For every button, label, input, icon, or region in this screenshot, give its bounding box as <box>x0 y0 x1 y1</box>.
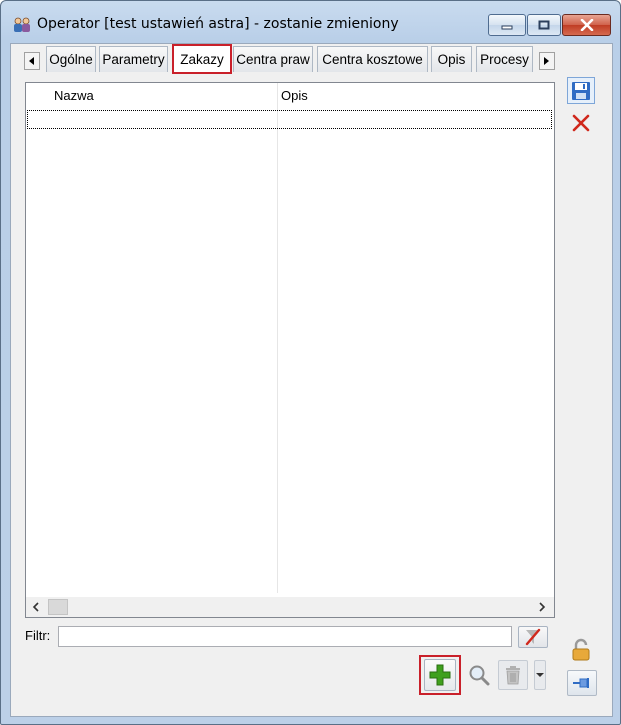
minimize-icon <box>489 15 525 35</box>
clear-filter-icon <box>525 628 541 646</box>
add-button[interactable] <box>419 655 461 695</box>
close-window-button[interactable] <box>562 14 611 36</box>
tab-procesy[interactable]: Procesy <box>476 46 533 72</box>
tab-scroll-right-button[interactable] <box>539 52 555 70</box>
operator-window: Operator [test ustawień astra] - zostani… <box>0 0 621 725</box>
chevron-right-icon <box>539 602 546 612</box>
tab-parametry[interactable]: Parametry <box>99 46 168 72</box>
cancel-button[interactable] <box>567 110 595 136</box>
dropdown-arrow-icon <box>536 673 544 677</box>
tab-opis[interactable]: Opis <box>431 46 472 72</box>
tab-zakazy[interactable]: Zakazy <box>172 44 232 74</box>
title-bar[interactable]: Operator [test ustawień astra] - zostani… <box>1 1 620 43</box>
arrow-left-icon <box>29 57 34 65</box>
delete-button[interactable] <box>498 660 528 690</box>
save-button[interactable] <box>567 77 595 104</box>
tab-ogolne[interactable]: Ogólne <box>46 46 96 72</box>
column-divider <box>277 83 278 593</box>
window-client-area: Ogólne Parametry Zakazy Centra praw Cent… <box>10 43 613 717</box>
magnifier-icon <box>469 665 490 686</box>
maximize-icon <box>528 15 560 35</box>
trash-icon <box>506 666 520 685</box>
scroll-left-button[interactable] <box>28 599 44 615</box>
scroll-right-button[interactable] <box>534 599 550 615</box>
filter-input[interactable] <box>58 626 512 647</box>
arrow-right-icon <box>544 57 549 65</box>
close-icon <box>563 15 610 35</box>
column-header-nazwa[interactable]: Nazwa <box>54 83 94 107</box>
window-title: Operator [test ustawień astra] - zostani… <box>37 16 399 32</box>
more-actions-dropdown[interactable] <box>534 660 546 690</box>
preview-button[interactable] <box>465 661 493 689</box>
column-header-opis[interactable]: Opis <box>281 83 308 107</box>
maximize-button[interactable] <box>527 14 561 36</box>
restrictions-grid[interactable]: Nazwa Opis <box>25 82 555 618</box>
tab-centra-kosztowe[interactable]: Centra kosztowe <box>317 46 428 72</box>
pin-icon <box>573 678 589 688</box>
lock-open-icon <box>572 638 590 661</box>
save-floppy-icon <box>572 81 590 100</box>
add-plus-icon <box>429 664 451 686</box>
tab-centra-praw[interactable]: Centra praw <box>233 46 313 72</box>
clear-filter-button[interactable] <box>518 626 548 648</box>
lock-button[interactable] <box>567 636 597 664</box>
operator-users-icon <box>13 17 31 33</box>
tab-scroll-left-button[interactable] <box>24 52 40 70</box>
minimize-button[interactable] <box>488 14 526 36</box>
filter-label: Filtr: <box>25 628 51 643</box>
chevron-left-icon <box>32 602 39 612</box>
pin-button[interactable] <box>567 670 597 696</box>
horizontal-scrollbar[interactable] <box>26 597 554 617</box>
scroll-thumb[interactable] <box>48 599 68 615</box>
close-x-icon <box>572 114 590 132</box>
table-row[interactable] <box>27 110 552 129</box>
